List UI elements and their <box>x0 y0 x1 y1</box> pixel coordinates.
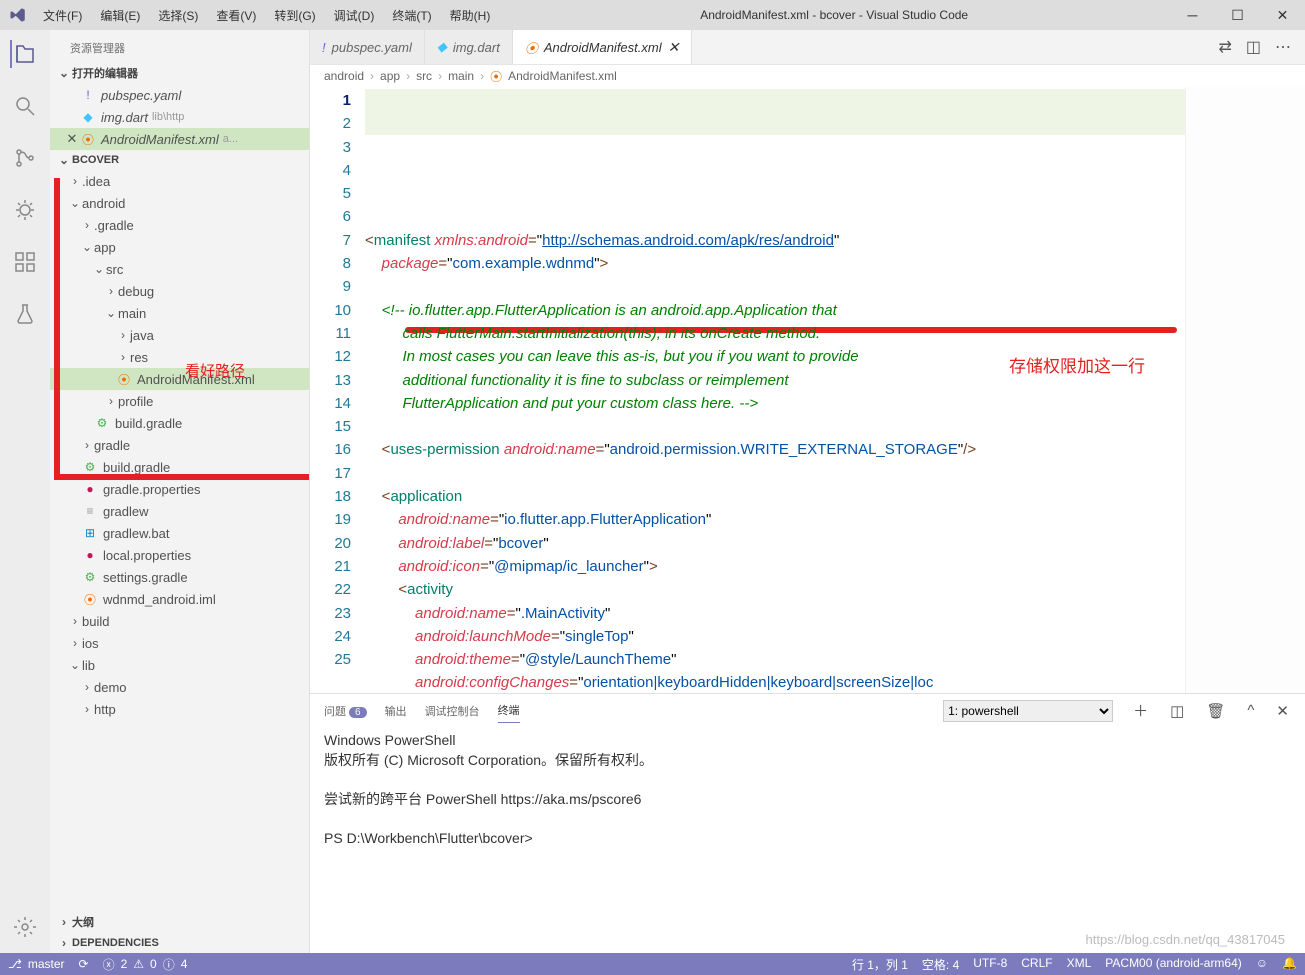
menu-debug[interactable]: 调试(D) <box>326 3 383 28</box>
menu-select[interactable]: 选择(S) <box>150 3 206 28</box>
settings-gear-icon[interactable] <box>11 913 39 941</box>
menu-file[interactable]: 文件(F) <box>35 3 90 28</box>
tree-folder[interactable]: ›debug <box>50 280 309 302</box>
activity-bar <box>0 30 50 953</box>
outline-header[interactable]: ›大纲 <box>50 911 309 933</box>
deps-header[interactable]: ›DEPENDENCIES <box>50 933 309 953</box>
menu-terminal[interactable]: 终端(T) <box>384 3 439 28</box>
main-area: !pubspec.yaml ◆img.dart ⦿AndroidManifest… <box>310 30 1305 953</box>
compare-icon[interactable]: ⇄ <box>1218 37 1231 57</box>
tab-bar: !pubspec.yaml ◆img.dart ⦿AndroidManifest… <box>310 30 1305 65</box>
tree-file[interactable]: ⚙build.gradle <box>50 412 309 434</box>
panel-tab-debug[interactable]: 调试控制台 <box>425 699 480 723</box>
tree-folder[interactable]: ›java <box>50 324 309 346</box>
close-panel-icon[interactable]: ✕ <box>1274 702 1291 720</box>
status-sync[interactable]: ⟳ <box>79 957 89 971</box>
panel-tab-problems[interactable]: 问题6 <box>324 699 367 723</box>
status-branch[interactable]: ⎇ master <box>8 957 65 971</box>
breadcrumb[interactable]: android› app› src› main› ⦿AndroidManifes… <box>310 65 1305 87</box>
project-header[interactable]: ⌄BCOVER <box>50 150 309 170</box>
status-feedback-icon[interactable]: ☺ <box>1256 956 1268 973</box>
tab-imgdart[interactable]: ◆img.dart <box>425 30 513 64</box>
status-device[interactable]: PACM00 (android-arm64) <box>1105 956 1242 973</box>
status-lang[interactable]: XML <box>1067 956 1092 973</box>
flask-icon[interactable] <box>11 300 39 328</box>
menu-goto[interactable]: 转到(G) <box>266 3 323 28</box>
minimap[interactable] <box>1185 87 1305 693</box>
tree-file[interactable]: ⊞gradlew.bat <box>50 522 309 544</box>
split-terminal-icon[interactable]: ◫ <box>1168 702 1186 720</box>
status-problems[interactable]: ⓧ 2 ⚠ 0 ⓘ 4 <box>103 956 188 973</box>
tree-folder[interactable]: ⌄lib <box>50 654 309 676</box>
vscode-icon <box>0 6 35 24</box>
panel-tab-output[interactable]: 输出 <box>385 699 407 723</box>
status-bar: ⎇ master ⟳ ⓧ 2 ⚠ 0 ⓘ 4 行 1，列 1 空格: 4 UTF… <box>0 953 1305 975</box>
tree-folder[interactable]: ›res <box>50 346 309 368</box>
tree-file[interactable]: ≡gradlew <box>50 500 309 522</box>
tree-folder[interactable]: ⌄main <box>50 302 309 324</box>
search-icon[interactable] <box>11 92 39 120</box>
status-encoding[interactable]: UTF-8 <box>973 956 1007 973</box>
terminal-select[interactable]: 1: powershell <box>943 700 1113 722</box>
tab-manifest[interactable]: ⦿AndroidManifest.xml✕ <box>513 30 693 64</box>
panel: 问题6 输出 调试控制台 终端 1: powershell ＋ ◫ 🗑 ^ ✕ … <box>310 693 1305 953</box>
menu-edit[interactable]: 编辑(E) <box>92 3 148 28</box>
tree-file[interactable]: ⚙settings.gradle <box>50 566 309 588</box>
tree-folder[interactable]: ›build <box>50 610 309 632</box>
sidebar-title: 资源管理器 <box>50 30 309 62</box>
status-position[interactable]: 行 1，列 1 <box>852 956 908 973</box>
source-control-icon[interactable] <box>11 144 39 172</box>
title-bar: 文件(F) 编辑(E) 选择(S) 查看(V) 转到(G) 调试(D) 终端(T… <box>0 0 1305 30</box>
new-terminal-icon[interactable]: ＋ <box>1131 700 1150 721</box>
tree-folder[interactable]: ›.idea <box>50 170 309 192</box>
tree-folder[interactable]: ›demo <box>50 676 309 698</box>
menu-help[interactable]: 帮助(H) <box>442 3 499 28</box>
close-button[interactable]: ✕ <box>1260 0 1305 30</box>
open-editors-header[interactable]: ⌄打开的编辑器 <box>50 62 309 84</box>
tree-folder[interactable]: ⌄app <box>50 236 309 258</box>
tree-folder[interactable]: ⌄src <box>50 258 309 280</box>
maximize-button[interactable]: ☐ <box>1215 0 1260 30</box>
menu-view[interactable]: 查看(V) <box>208 3 264 28</box>
debug-icon[interactable] <box>11 196 39 224</box>
tree-file[interactable]: ⦿wdnmd_android.iml <box>50 588 309 610</box>
tree-file-active[interactable]: ⦿AndroidManifest.xml <box>50 368 309 390</box>
code-area[interactable]: 存储权限加这一行 <manifest xmlns:android="http:/… <box>365 87 1185 693</box>
tree-folder[interactable]: ›ios <box>50 632 309 654</box>
terminal-output[interactable]: Windows PowerShell 版权所有 (C) Microsoft Co… <box>310 727 1305 953</box>
status-spaces[interactable]: 空格: 4 <box>922 956 959 973</box>
tree-folder[interactable]: ⌄android <box>50 192 309 214</box>
explorer-icon[interactable] <box>10 40 38 68</box>
tree-folder[interactable]: ›.gradle <box>50 214 309 236</box>
split-icon[interactable]: ◫ <box>1246 37 1261 57</box>
tab-pubspec[interactable]: !pubspec.yaml <box>310 30 425 64</box>
tree-folder[interactable]: ›profile <box>50 390 309 412</box>
sidebar: 资源管理器 ⌄打开的编辑器 !pubspec.yaml ◆img.dartlib… <box>50 30 310 953</box>
open-editor-item[interactable]: !pubspec.yaml <box>50 84 309 106</box>
more-icon[interactable]: ⋯ <box>1275 37 1291 57</box>
tree-file[interactable]: ●gradle.properties <box>50 478 309 500</box>
annotation-path: 看好路径 <box>185 360 245 381</box>
tree-folder[interactable]: ›gradle <box>50 434 309 456</box>
editor[interactable]: 1234567891011121314151617181920212223242… <box>310 87 1305 693</box>
file-tree: 看好路径 ›.idea ⌄android ›.gradle ⌄app ⌄src … <box>50 170 309 911</box>
tree-folder[interactable]: ›http <box>50 698 309 720</box>
minimize-button[interactable]: ─ <box>1170 0 1215 30</box>
watermark: https://blog.csdn.net/qq_43817045 <box>1086 932 1286 947</box>
close-icon[interactable]: ✕ <box>668 39 680 56</box>
extensions-icon[interactable] <box>11 248 39 276</box>
line-gutter: 1234567891011121314151617181920212223242… <box>310 87 365 693</box>
tree-file[interactable]: ●local.properties <box>50 544 309 566</box>
panel-tab-terminal[interactable]: 终端 <box>498 698 520 723</box>
open-editor-item[interactable]: ◆img.dartlib\http <box>50 106 309 128</box>
menu-bar: 文件(F) 编辑(E) 选择(S) 查看(V) 转到(G) 调试(D) 终端(T… <box>35 3 498 28</box>
trash-icon[interactable]: 🗑 <box>1204 702 1227 720</box>
open-editor-item-active[interactable]: ✕⦿AndroidManifest.xmla... <box>50 128 309 150</box>
maximize-panel-icon[interactable]: ^ <box>1245 702 1256 719</box>
status-bell-icon[interactable]: 🔔 <box>1282 956 1297 973</box>
window-title: AndroidManifest.xml - bcover - Visual St… <box>498 8 1170 22</box>
status-eol[interactable]: CRLF <box>1021 956 1052 973</box>
